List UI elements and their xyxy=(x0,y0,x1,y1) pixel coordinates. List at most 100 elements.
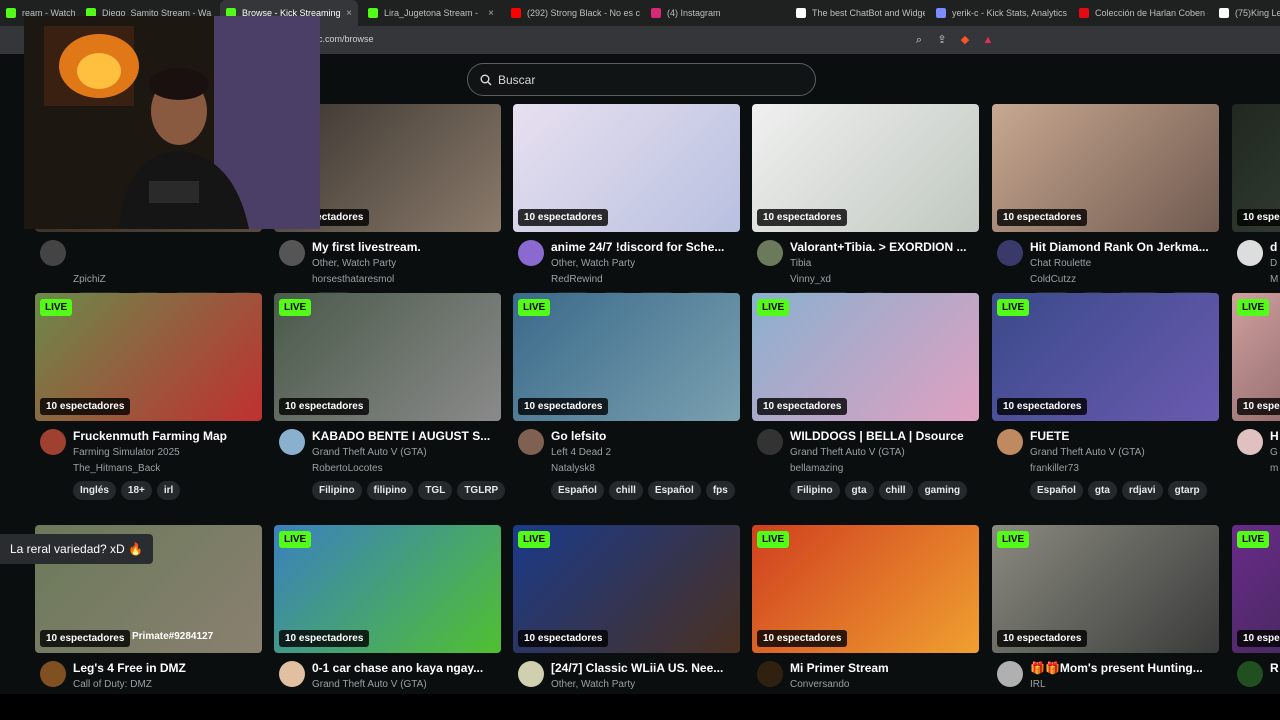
stream-title[interactable]: Go lefsito xyxy=(551,429,737,443)
tag-chip[interactable]: 18+ xyxy=(120,481,152,500)
channel-avatar[interactable] xyxy=(1237,429,1263,455)
tag-chip[interactable]: Filipino xyxy=(312,481,362,500)
channel-avatar[interactable] xyxy=(40,661,66,687)
channel-name[interactable]: Natalysk8 xyxy=(551,463,595,474)
tag-chip[interactable]: chill xyxy=(608,481,643,500)
stream-thumbnail[interactable]: LIVE 10 espectadores xyxy=(752,293,979,421)
channel-avatar[interactable] xyxy=(518,240,544,266)
channel-avatar[interactable] xyxy=(1237,240,1263,266)
stream-card[interactable]: LIVE 10 espectadores KABADO BENTE I AUGUST… xyxy=(274,293,506,508)
tag-chip[interactable]: TGL xyxy=(418,481,453,500)
tag-chip[interactable]: chill xyxy=(878,481,913,500)
channel-avatar[interactable] xyxy=(40,429,66,455)
stream-category[interactable]: Other, Watch Party xyxy=(312,258,396,269)
stream-title[interactable]: d xyxy=(1270,240,1280,254)
browser-tab[interactable]: yerik-c - Kick Stats, Analytics a xyxy=(930,0,1068,26)
stream-title[interactable]: [24/7] Classic WLiiA US. Nee... xyxy=(551,661,737,675)
channel-avatar[interactable] xyxy=(757,429,783,455)
search-input[interactable]: Buscar xyxy=(467,63,816,96)
channel-name[interactable]: Vinny_xd xyxy=(790,274,831,285)
stream-thumbnail[interactable]: LIVE 10 espectadores xyxy=(992,525,1219,653)
stream-thumbnail[interactable]: LIVE 10 espectadores xyxy=(752,525,979,653)
tag-chip[interactable]: Español xyxy=(647,481,701,500)
stream-category[interactable]: D xyxy=(1270,258,1277,269)
channel-avatar[interactable] xyxy=(279,240,305,266)
stream-card[interactable]: 10 espectadores Valorant+Tibia. > EXORDIO… xyxy=(752,104,979,319)
stream-category[interactable]: IRL xyxy=(1030,679,1046,690)
channel-name[interactable]: The_Hitmans_Back xyxy=(73,463,160,474)
stream-card[interactable]: 10 espe d D M xyxy=(1232,104,1280,319)
stream-card[interactable]: LIVE 10 espectadores 🎁🎁Mom's present Hunti… xyxy=(992,525,1219,694)
tag-chip[interactable]: gta xyxy=(1087,481,1117,500)
stream-card[interactable]: LIVE 10 espe H Gm xyxy=(1232,293,1280,508)
channel-name[interactable]: frankiller73 xyxy=(1030,463,1079,474)
stream-thumbnail[interactable]: 10 espectadores xyxy=(752,104,979,232)
stream-category[interactable]: Grand Theft Auto V (GTA) xyxy=(312,447,427,458)
stream-thumbnail[interactable]: 10 espe xyxy=(1232,104,1280,232)
stream-card[interactable]: LIVE 10 espe R xyxy=(1232,525,1280,694)
stream-category[interactable]: Chat Roulette xyxy=(1030,258,1091,269)
stream-thumbnail[interactable]: LIVE 10 espectadores xyxy=(513,525,740,653)
channel-avatar[interactable] xyxy=(518,661,544,687)
stream-card[interactable]: LIVE 10 espectadores Fruckenmuth Farming M… xyxy=(35,293,262,508)
stream-card[interactable]: LIVE 10 espectadores FUETE Grand Theft Auto… xyxy=(992,293,1219,508)
channel-name[interactable]: m xyxy=(1270,463,1278,474)
stream-title[interactable]: Leg's 4 Free in DMZ xyxy=(73,661,259,675)
stream-thumbnail[interactable]: LIVE 10 espectadores xyxy=(274,525,501,653)
stream-title[interactable]: anime 24/7 !discord for Sche... xyxy=(551,240,737,254)
stream-category[interactable]: Conversando xyxy=(790,679,849,690)
stream-title[interactable]: Valorant+Tibia. > EXORDION ... xyxy=(790,240,976,254)
tag-chip[interactable]: rdjavi xyxy=(1121,481,1163,500)
stream-title[interactable]: R xyxy=(1270,661,1280,675)
stream-title[interactable]: Mi Primer Stream xyxy=(790,661,976,675)
stream-thumbnail[interactable]: LIVE 10 espe xyxy=(1232,525,1280,653)
channel-avatar[interactable] xyxy=(279,429,305,455)
stream-category[interactable]: G xyxy=(1270,447,1278,458)
stream-thumbnail[interactable]: LIVE 10 espe xyxy=(1232,293,1280,421)
channel-name[interactable]: M xyxy=(1270,274,1278,285)
stream-thumbnail[interactable]: LIVE 10 espectadores xyxy=(513,293,740,421)
stream-title[interactable]: Hit Diamond Rank On Jerkma... xyxy=(1030,240,1216,254)
stream-thumbnail[interactable]: LIVE 10 espectadores xyxy=(992,293,1219,421)
stream-category[interactable]: Tibia xyxy=(790,258,811,269)
tag-chip[interactable]: gaming xyxy=(917,481,968,500)
stream-thumbnail[interactable]: LIVE 10 espectadores xyxy=(274,293,501,421)
channel-name[interactable]: horsesthataresmol xyxy=(312,274,394,285)
stream-title[interactable]: 🎁🎁Mom's present Hunting... xyxy=(1030,661,1216,675)
browser-tab[interactable]: (75)King Le xyxy=(1213,0,1280,26)
stream-thumbnail[interactable]: LIVE 10 espectadores xyxy=(35,293,262,421)
stream-category[interactable]: Grand Theft Auto V (GTA) xyxy=(790,447,905,458)
channel-name[interactable]: RobertoLocotes xyxy=(312,463,383,474)
browser-tab[interactable]: The best ChatBot and Widgets xyxy=(790,0,925,26)
stream-title[interactable]: 0-1 car chase ano kaya ngay... xyxy=(312,661,498,675)
channel-name[interactable]: ColdCutzz xyxy=(1030,274,1076,285)
stream-category[interactable]: Call of Duty: DMZ xyxy=(73,679,152,690)
browser-tab[interactable]: (4) Instagram xyxy=(645,0,785,26)
stream-category[interactable]: Other, Watch Party xyxy=(551,258,635,269)
channel-avatar[interactable] xyxy=(757,661,783,687)
channel-name[interactable]: ZpichiZ xyxy=(73,274,106,285)
stream-title[interactable]: FUETE xyxy=(1030,429,1216,443)
tag-chip[interactable]: Filipino xyxy=(790,481,840,500)
stream-category[interactable]: Other, Watch Party xyxy=(551,679,635,690)
tab-close-icon[interactable]: × xyxy=(346,8,352,19)
channel-name[interactable]: RedRewind xyxy=(551,274,603,285)
browser-tab[interactable]: (292) Strong Black - No es culp xyxy=(505,0,640,26)
stream-card[interactable]: 10 espectadores anime 24/7 !discord for S… xyxy=(513,104,740,319)
channel-avatar[interactable] xyxy=(279,661,305,687)
browser-tab[interactable]: Lira_Jugetona Stream - × xyxy=(362,0,500,26)
channel-avatar[interactable] xyxy=(1237,661,1263,687)
stream-title[interactable]: Fruckenmuth Farming Map xyxy=(73,429,259,443)
stream-category[interactable]: Left 4 Dead 2 xyxy=(551,447,611,458)
tag-chip[interactable]: Inglés xyxy=(73,481,116,500)
stream-card[interactable]: LIVE 10 espectadores WILDDOGS | BELLA | Ds… xyxy=(752,293,979,508)
stream-title[interactable]: WILDDOGS | BELLA | Dsource xyxy=(790,429,976,443)
stream-title[interactable]: KABADO BENTE I AUGUST S... xyxy=(312,429,498,443)
tag-chip[interactable]: Español xyxy=(1030,481,1083,500)
stream-card[interactable]: LIVE 10 espectadores Mi Primer Stream Conve… xyxy=(752,525,979,694)
channel-avatar[interactable] xyxy=(997,661,1023,687)
tag-chip[interactable]: TGLRP xyxy=(457,481,506,500)
tab-close-icon[interactable]: × xyxy=(488,8,494,19)
channel-name[interactable]: bellamazing xyxy=(790,463,843,474)
stream-card[interactable]: LIVE 10 espectadores [24/7] Classic WLiiA … xyxy=(513,525,740,694)
